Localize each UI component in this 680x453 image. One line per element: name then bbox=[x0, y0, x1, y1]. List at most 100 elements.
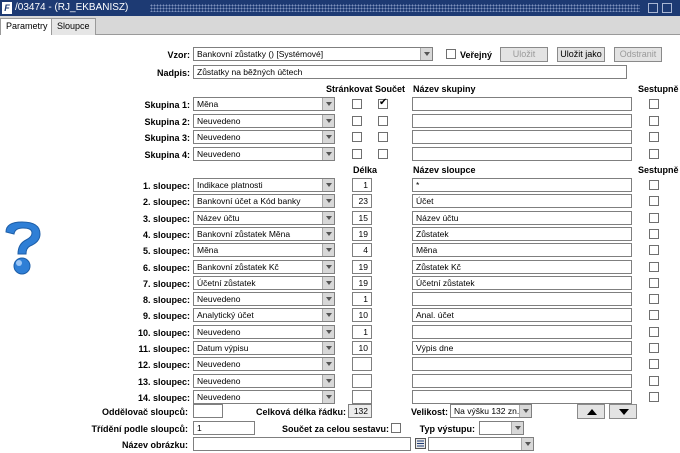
column-name-input[interactable] bbox=[412, 373, 632, 388]
soucet-sestavy-checkbox[interactable] bbox=[391, 423, 401, 433]
chevron-down-icon[interactable] bbox=[322, 293, 334, 306]
column-sestupne-checkbox[interactable] bbox=[649, 261, 659, 272]
column-name-input[interactable] bbox=[412, 357, 632, 372]
velikost-select[interactable]: Na výšku 132 zn. bbox=[450, 404, 532, 418]
chevron-down-icon[interactable] bbox=[322, 374, 334, 387]
soucet-checkbox[interactable] bbox=[378, 97, 388, 109]
chevron-down-icon[interactable] bbox=[322, 147, 334, 160]
soucet-checkbox[interactable] bbox=[378, 132, 388, 142]
column-length-input[interactable]: 1 bbox=[352, 178, 372, 192]
column-length-input[interactable]: 4 bbox=[352, 243, 372, 258]
chevron-down-icon[interactable] bbox=[511, 422, 523, 434]
strankovat-checkbox[interactable] bbox=[352, 132, 362, 142]
column-sestupne-checkbox[interactable] bbox=[649, 212, 659, 223]
chevron-down-icon[interactable] bbox=[322, 195, 334, 208]
column-sestupne-checkbox[interactable] bbox=[649, 375, 659, 386]
column-length-input[interactable]: 19 bbox=[352, 226, 372, 241]
column-select[interactable]: Analytický účet bbox=[193, 308, 335, 323]
column-name-input[interactable]: Účetní zůstatek bbox=[412, 275, 632, 290]
column-name-input[interactable]: Zůstatek bbox=[412, 226, 632, 241]
column-name-input[interactable]: Měna bbox=[412, 243, 632, 258]
chevron-down-icon[interactable] bbox=[521, 438, 533, 450]
minimize-button[interactable] bbox=[648, 3, 658, 13]
column-name-input[interactable]: Výpis dne bbox=[412, 341, 632, 355]
column-sestupne-checkbox[interactable] bbox=[649, 180, 659, 190]
chevron-down-icon[interactable] bbox=[420, 48, 432, 60]
column-select[interactable]: Neuvedeno bbox=[193, 357, 335, 372]
column-length-input[interactable]: 10 bbox=[352, 341, 372, 355]
column-select[interactable]: Neuvedeno bbox=[193, 292, 335, 307]
move-up-button[interactable] bbox=[577, 404, 605, 419]
group-sestupne-checkbox[interactable] bbox=[649, 99, 659, 109]
column-name-input[interactable]: Název účtu bbox=[412, 210, 632, 225]
column-select[interactable]: Neuvedeno bbox=[193, 373, 335, 388]
obrazek-select[interactable] bbox=[428, 437, 534, 451]
column-length-input[interactable]: 1 bbox=[352, 324, 372, 339]
column-select[interactable]: Datum výpisu bbox=[193, 341, 335, 355]
chevron-down-icon[interactable] bbox=[322, 390, 334, 403]
tab-sloupce[interactable]: Sloupce bbox=[51, 18, 96, 35]
column-sestupne-checkbox[interactable] bbox=[649, 294, 659, 305]
typ-vystupu-select[interactable] bbox=[479, 421, 524, 435]
group-name-input[interactable] bbox=[412, 130, 632, 144]
chevron-down-icon[interactable] bbox=[322, 179, 334, 191]
strankovat-checkbox[interactable] bbox=[352, 148, 362, 159]
soucet-checkbox[interactable] bbox=[378, 115, 388, 126]
chevron-down-icon[interactable] bbox=[322, 325, 334, 338]
column-length-input[interactable]: 1 bbox=[352, 292, 372, 307]
group-sestupne-checkbox[interactable] bbox=[649, 148, 659, 159]
chevron-down-icon[interactable] bbox=[322, 98, 334, 110]
column-sestupne-checkbox[interactable] bbox=[649, 277, 659, 288]
group-sestupne-checkbox[interactable] bbox=[649, 115, 659, 126]
soucet-checkbox[interactable] bbox=[378, 148, 388, 159]
chevron-down-icon[interactable] bbox=[322, 358, 334, 371]
group-name-input[interactable] bbox=[412, 113, 632, 128]
column-name-input[interactable] bbox=[412, 389, 632, 404]
chevron-down-icon[interactable] bbox=[322, 276, 334, 289]
ulozit-jako-button[interactable]: Uložit jako bbox=[557, 47, 605, 62]
group-select[interactable]: Neuvedeno bbox=[193, 113, 335, 128]
chevron-down-icon[interactable] bbox=[322, 342, 334, 354]
column-length-input[interactable]: 23 bbox=[352, 194, 372, 209]
column-select[interactable]: Neuvedeno bbox=[193, 389, 335, 404]
chevron-down-icon[interactable] bbox=[322, 244, 334, 257]
column-sestupne-checkbox[interactable] bbox=[649, 245, 659, 256]
strankovat-checkbox[interactable] bbox=[352, 99, 362, 109]
column-length-input[interactable]: 19 bbox=[352, 275, 372, 290]
oddelovac-input[interactable] bbox=[193, 404, 223, 418]
chevron-down-icon[interactable] bbox=[519, 405, 531, 417]
column-sestupne-checkbox[interactable] bbox=[649, 343, 659, 353]
column-name-input[interactable]: * bbox=[412, 178, 632, 192]
column-sestupne-checkbox[interactable] bbox=[649, 391, 659, 402]
chevron-down-icon[interactable] bbox=[322, 227, 334, 240]
column-name-input[interactable]: Účet bbox=[412, 194, 632, 209]
column-length-input[interactable]: 15 bbox=[352, 210, 372, 225]
group-name-input[interactable] bbox=[412, 97, 632, 111]
move-down-button[interactable] bbox=[609, 404, 637, 419]
group-select[interactable]: Měna bbox=[193, 97, 335, 111]
group-select[interactable]: Neuvedeno bbox=[193, 130, 335, 144]
column-sestupne-checkbox[interactable] bbox=[649, 326, 659, 337]
column-length-input[interactable] bbox=[352, 373, 372, 388]
group-name-input[interactable] bbox=[412, 146, 632, 161]
column-name-input[interactable] bbox=[412, 324, 632, 339]
column-select[interactable]: Účetní zůstatek bbox=[193, 275, 335, 290]
tab-parametry[interactable]: Parametry bbox=[0, 18, 54, 35]
column-select[interactable]: Bankovní účet a Kód banky bbox=[193, 194, 335, 209]
column-length-input[interactable] bbox=[352, 357, 372, 372]
ulozit-button[interactable]: Uložit bbox=[500, 47, 548, 62]
nadpis-input[interactable]: Zůstatky na běžných účtech bbox=[193, 65, 627, 79]
close-button[interactable] bbox=[662, 3, 672, 13]
list-picker-icon[interactable] bbox=[415, 438, 426, 449]
nazev-obrazku-input[interactable] bbox=[193, 437, 411, 451]
strankovat-checkbox[interactable] bbox=[352, 115, 362, 126]
verejny-checkbox[interactable] bbox=[446, 49, 456, 59]
chevron-down-icon[interactable] bbox=[322, 131, 334, 143]
chevron-down-icon[interactable] bbox=[322, 114, 334, 127]
group-sestupne-checkbox[interactable] bbox=[649, 132, 659, 142]
column-name-input[interactable] bbox=[412, 292, 632, 307]
column-sestupne-checkbox[interactable] bbox=[649, 359, 659, 370]
group-select[interactable]: Neuvedeno bbox=[193, 146, 335, 161]
column-name-input[interactable]: Zůstatek Kč bbox=[412, 259, 632, 274]
column-length-input[interactable]: 19 bbox=[352, 259, 372, 274]
